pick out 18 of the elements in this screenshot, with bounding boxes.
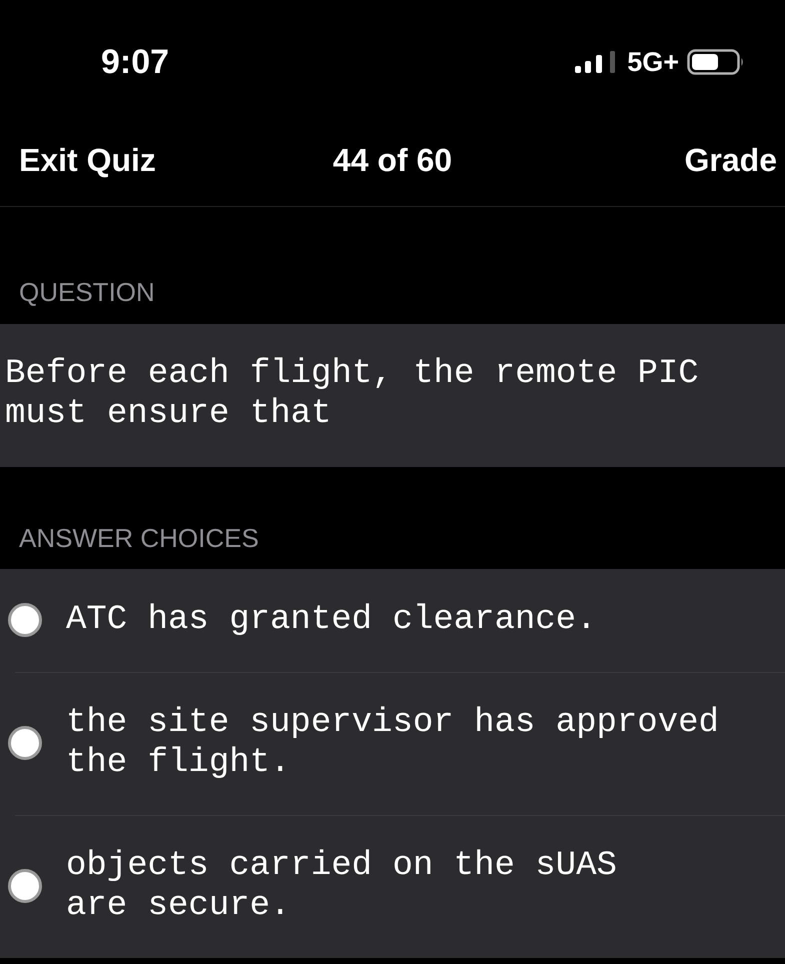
answer-text: objects carried on the sUAS are secure. xyxy=(66,846,617,926)
question-text: Before each flight, the remote PIC must ensure that xyxy=(5,354,700,434)
section-label: QUESTION xyxy=(19,277,155,307)
answer-text: the site supervisor has approved the flight. xyxy=(66,703,720,783)
answer-option[interactable]: the site supervisor has approved the flight. xyxy=(0,672,785,815)
answer-option[interactable]: ATC has granted clearance. xyxy=(0,569,785,672)
grade-button[interactable]: Grade xyxy=(684,142,777,178)
radio-button[interactable] xyxy=(8,603,42,637)
radio-button[interactable] xyxy=(8,726,42,760)
battery-icon xyxy=(687,49,745,75)
progress-title: 44 of 60 xyxy=(332,142,452,178)
section-label: ANSWER CHOICES xyxy=(19,523,259,553)
status-time: 9:07 xyxy=(100,42,170,82)
answer-text: ATC has granted clearance. xyxy=(66,600,596,640)
exit-quiz-button[interactable]: Exit Quiz xyxy=(19,142,156,178)
radio-button[interactable] xyxy=(8,869,42,903)
network-label: 5G+ xyxy=(627,46,679,78)
answer-option[interactable]: objects carried on the sUAS are secure. xyxy=(0,815,785,958)
